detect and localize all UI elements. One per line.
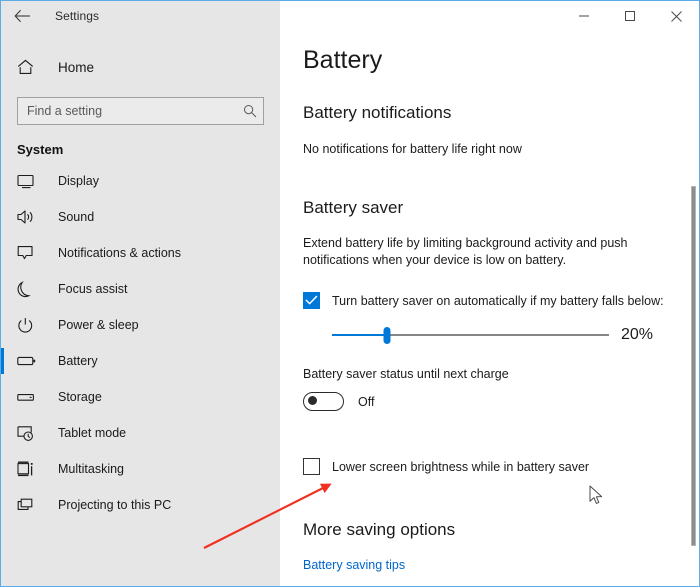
storage-icon xyxy=(17,392,43,403)
sidebar-item-focus-assist-label: Focus assist xyxy=(58,282,128,296)
auto-battery-saver-checkbox-row[interactable]: Turn battery saver on automatically if m… xyxy=(303,292,699,309)
more-saving-options-heading: More saving options xyxy=(303,520,456,539)
selection-accent-bar xyxy=(1,240,4,266)
display-icon xyxy=(17,174,43,189)
page-title: Battery xyxy=(303,46,383,74)
power-icon xyxy=(17,317,43,334)
selection-accent-bar xyxy=(1,456,4,482)
settings-window: Settings Home Find a setting System Disp… xyxy=(0,0,700,587)
content-scrollbar[interactable] xyxy=(691,186,696,546)
projecting-icon xyxy=(17,498,43,513)
sidebar-item-sound[interactable]: Sound xyxy=(1,199,280,235)
battery-saver-description: Extend battery life by limiting backgrou… xyxy=(303,236,628,267)
battery-saver-toggle-row[interactable]: Off xyxy=(303,392,699,411)
content-inner: Battery Battery notifications No notific… xyxy=(280,31,699,574)
selection-accent-bar xyxy=(1,348,4,374)
selection-accent-bar xyxy=(1,384,4,410)
sidebar-item-storage[interactable]: Storage xyxy=(1,379,280,415)
selection-accent-bar xyxy=(1,420,4,446)
lower-brightness-checkbox[interactable] xyxy=(303,458,320,475)
sidebar-item-display[interactable]: Display xyxy=(1,163,280,199)
window-caption-buttons xyxy=(561,1,699,31)
battery-saver-status-caption: Battery saver status until next charge xyxy=(303,367,509,381)
lower-brightness-checkbox-row[interactable]: Lower screen brightness while in battery… xyxy=(303,458,699,475)
sidebar-nav-list: Display Sound Notifications & actions Fo… xyxy=(1,163,280,523)
sidebar-item-battery-label: Battery xyxy=(58,354,98,368)
close-icon xyxy=(670,10,682,22)
minimize-icon xyxy=(579,15,589,17)
battery-saver-toggle[interactable] xyxy=(303,392,344,411)
title-bar: Settings xyxy=(1,1,699,31)
toggle-knob xyxy=(308,396,317,406)
search-input[interactable] xyxy=(18,103,237,119)
multitasking-icon xyxy=(17,461,43,477)
back-arrow-icon xyxy=(13,9,30,23)
battery-notifications-heading: Battery notifications xyxy=(303,103,452,122)
sidebar-group-title: System xyxy=(17,142,64,157)
maximize-button[interactable] xyxy=(607,1,653,31)
selection-accent-bar xyxy=(1,168,4,194)
sidebar-item-power-sleep-label: Power & sleep xyxy=(58,318,139,332)
sidebar-item-battery[interactable]: Battery xyxy=(1,343,280,379)
title-bar-right xyxy=(280,1,699,31)
scrollbar-thumb[interactable] xyxy=(691,186,696,546)
battery-threshold-slider-row: 20% xyxy=(303,324,699,346)
sidebar-item-home-label: Home xyxy=(58,59,95,75)
back-button[interactable] xyxy=(1,1,43,31)
selection-accent-bar xyxy=(1,276,4,302)
slider-thumb[interactable] xyxy=(383,327,391,344)
maximize-icon xyxy=(625,11,635,21)
battery-icon xyxy=(17,355,43,367)
battery-threshold-slider[interactable] xyxy=(332,325,609,345)
slider-fill xyxy=(332,334,388,336)
sidebar-item-home[interactable]: Home xyxy=(1,47,280,87)
auto-battery-saver-checkbox[interactable] xyxy=(303,292,320,309)
sidebar-item-sound-label: Sound xyxy=(58,210,95,224)
search-box[interactable] xyxy=(17,97,264,125)
battery-notifications-status: No notifications for battery life right … xyxy=(303,142,522,156)
sidebar-item-projecting[interactable]: Projecting to this PC xyxy=(1,487,280,523)
sidebar: Home System Display xyxy=(1,31,280,586)
battery-saving-tips-link[interactable]: Battery saving tips xyxy=(303,558,405,572)
main-content: Battery Battery notifications No notific… xyxy=(280,31,699,586)
sidebar-item-multitasking[interactable]: Multitasking xyxy=(1,451,280,487)
close-button[interactable] xyxy=(653,1,699,31)
selection-accent-bar xyxy=(1,204,4,230)
selection-accent-bar xyxy=(1,492,4,518)
battery-saver-toggle-state: Off xyxy=(358,394,375,409)
title-bar-left: Settings xyxy=(1,1,280,31)
sidebar-item-projecting-label: Projecting to this PC xyxy=(58,498,172,512)
sidebar-item-tablet-mode-label: Tablet mode xyxy=(58,426,127,440)
lower-brightness-checkbox-label: Lower screen brightness while in battery… xyxy=(332,459,590,474)
notification-icon xyxy=(17,245,43,261)
auto-battery-saver-checkbox-label: Turn battery saver on automatically if m… xyxy=(332,293,664,308)
checkmark-icon xyxy=(305,295,318,305)
moon-icon xyxy=(17,280,43,298)
sidebar-item-notifications-label: Notifications & actions xyxy=(58,246,181,260)
sidebar-item-multitasking-label: Multitasking xyxy=(58,462,124,476)
sidebar-item-power-sleep[interactable]: Power & sleep xyxy=(1,307,280,343)
battery-saver-heading: Battery saver xyxy=(303,198,404,217)
home-icon xyxy=(17,59,43,75)
speaker-icon xyxy=(17,209,43,225)
sidebar-item-focus-assist[interactable]: Focus assist xyxy=(1,271,280,307)
sidebar-item-notifications[interactable]: Notifications & actions xyxy=(1,235,280,271)
tablet-icon xyxy=(17,425,43,442)
window-title: Settings xyxy=(55,9,100,23)
minimize-button[interactable] xyxy=(561,1,607,31)
sidebar-item-storage-label: Storage xyxy=(58,390,102,404)
selection-accent-bar xyxy=(1,312,4,338)
sidebar-item-tablet-mode[interactable]: Tablet mode xyxy=(1,415,280,451)
search-icon xyxy=(237,104,263,118)
sidebar-item-display-label: Display xyxy=(58,174,99,188)
battery-threshold-value: 20% xyxy=(621,326,654,343)
